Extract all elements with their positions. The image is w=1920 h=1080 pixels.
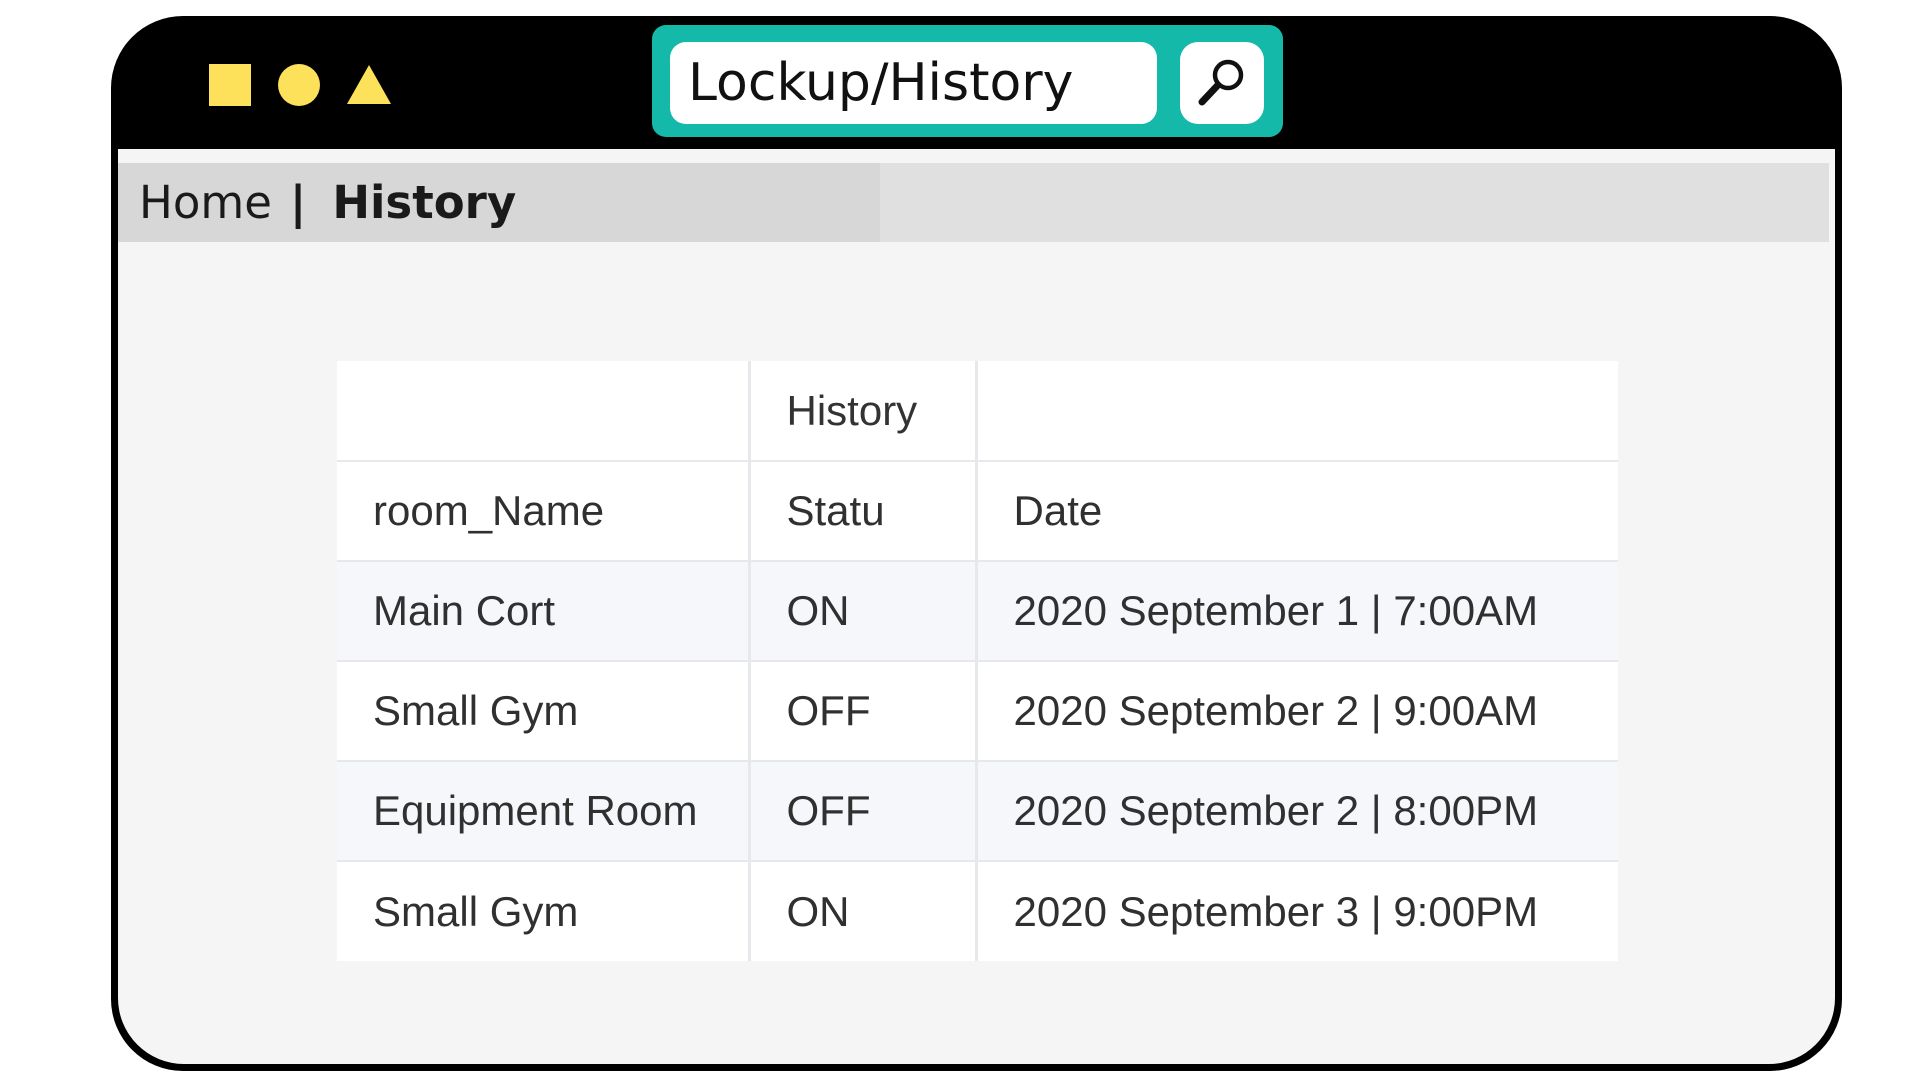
table-header-row: room_Name Statu Date	[337, 461, 1618, 562]
table-caption: History	[749, 361, 978, 462]
magnifier-icon	[1198, 59, 1244, 106]
content-area: Home | History History room_Name Statu D…	[118, 149, 1835, 1064]
title-bar	[111, 16, 1842, 149]
breadcrumb: Home | History	[139, 163, 516, 242]
breadcrumb-bar: Home | History	[118, 163, 1829, 242]
breadcrumb-home-link[interactable]: Home	[139, 176, 272, 229]
cell-date: 2020 September 2 | 8:00PM	[976, 761, 1618, 862]
circle-icon[interactable]	[278, 63, 320, 106]
table-caption-row: History	[337, 361, 1618, 462]
column-header-room-name: room_Name	[337, 461, 751, 562]
breadcrumb-separator: |	[289, 176, 307, 229]
cell-date: 2020 September 2 | 9:00AM	[976, 661, 1618, 762]
square-icon[interactable]	[209, 63, 251, 106]
cell-room-name: Equipment Room	[337, 761, 751, 862]
triangle-icon[interactable]	[347, 65, 391, 104]
caption-cell-empty	[337, 361, 751, 462]
breadcrumb-current: History	[332, 176, 517, 229]
search-input[interactable]	[670, 42, 1157, 124]
table-row: Small Gym OFF 2020 September 2 | 9:00AM	[337, 661, 1618, 762]
caption-cell-empty	[976, 361, 1618, 462]
table-row: Main Cort ON 2020 September 1 | 7:00AM	[337, 561, 1618, 662]
cell-status: OFF	[749, 661, 978, 762]
cell-room-name: Small Gym	[337, 861, 751, 961]
table-row: Equipment Room OFF 2020 September 2 | 8:…	[337, 761, 1618, 862]
history-table: History room_Name Statu Date Main Cort O…	[337, 361, 1618, 961]
search-bar	[652, 25, 1283, 137]
cell-date: 2020 September 1 | 7:00AM	[976, 561, 1618, 662]
cell-status: ON	[749, 561, 978, 662]
column-header-status: Statu	[749, 461, 978, 562]
column-header-date: Date	[976, 461, 1618, 562]
table-row: Small Gym ON 2020 September 3 | 9:00PM	[337, 861, 1618, 961]
cell-room-name: Main Cort	[337, 561, 751, 662]
window-controls	[209, 63, 391, 106]
cell-date: 2020 September 3 | 9:00PM	[976, 861, 1618, 961]
search-button[interactable]	[1180, 42, 1264, 124]
cell-room-name: Small Gym	[337, 661, 751, 762]
cell-status: OFF	[749, 761, 978, 862]
app-window: Home | History History room_Name Statu D…	[111, 16, 1842, 1071]
cell-status: ON	[749, 861, 978, 961]
